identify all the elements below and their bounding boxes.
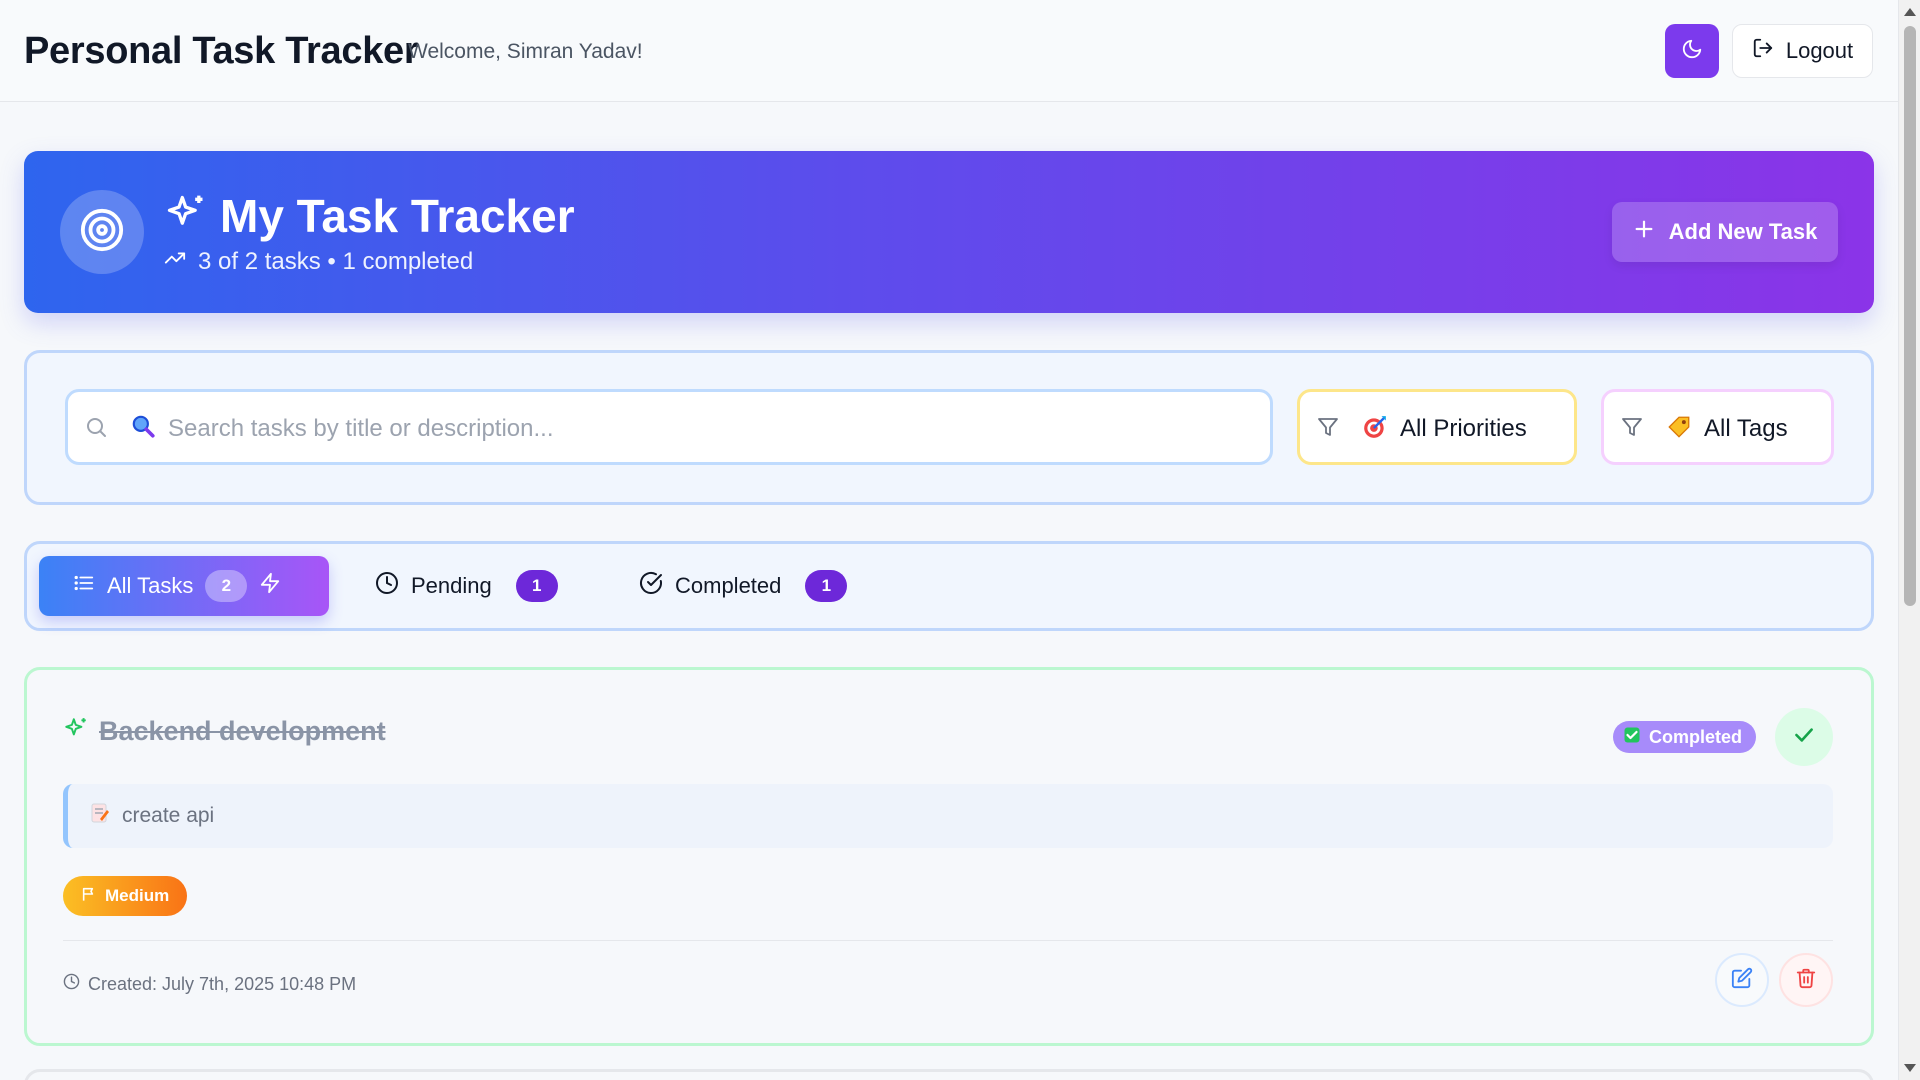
task-description-text: create api: [122, 804, 215, 827]
created-timestamp: Created: July 7th, 2025 10:48 PM: [63, 973, 356, 995]
tab-completed-count: 1: [805, 570, 848, 602]
hero-title: My Task Tracker: [220, 190, 575, 242]
filter-icon: [1620, 415, 1644, 444]
hero-banner: My Task Tracker 3 of 2 tasks • 1 complet…: [24, 151, 1874, 313]
logout-icon: [1752, 37, 1774, 65]
search-icon: [84, 415, 108, 444]
hero-logo: [60, 190, 144, 274]
welcome-message: Welcome, Simran Yadav!: [408, 40, 643, 63]
tags-filter-select[interactable]: All Tags: [1601, 389, 1834, 465]
priority-chip-label: Medium: [105, 886, 170, 905]
scroll-up-arrow-icon[interactable]: [1904, 8, 1916, 16]
add-new-task-button[interactable]: Add New Task: [1612, 202, 1838, 262]
task-title-row: Backend development: [63, 716, 386, 747]
task-card-partial: [24, 1069, 1874, 1080]
toggle-complete-button[interactable]: [1775, 708, 1833, 766]
status-badge: Completed: [1613, 721, 1757, 753]
priority-emoji: [1362, 414, 1388, 445]
status-label: Completed: [1649, 726, 1743, 747]
hero-title-row: My Task Tracker: [164, 189, 575, 243]
filters-panel: Search tasks by title or description... …: [24, 350, 1874, 505]
clock-icon: [375, 571, 399, 601]
target-icon: [79, 207, 125, 258]
tab-pending-count: 1: [515, 570, 558, 602]
search-input[interactable]: Search tasks by title or description...: [65, 389, 1273, 465]
sparkles-icon: [63, 716, 89, 747]
priority-filter-value: All Priorities: [1400, 415, 1527, 442]
check-box-icon: [1623, 726, 1641, 749]
check-icon: [1791, 722, 1817, 753]
check-circle-icon: [639, 571, 663, 601]
tab-pending[interactable]: Pending 1: [375, 556, 558, 616]
card-divider: [63, 940, 1833, 941]
list-icon: [73, 572, 95, 600]
trending-up-icon: [164, 247, 186, 276]
task-tabs: All Tasks 2 Pending 1 Completed 1: [24, 541, 1874, 631]
task-description: create api: [63, 784, 1833, 848]
sparkles-icon: [164, 192, 208, 241]
search-emoji: [130, 413, 156, 444]
memo-icon: [90, 802, 110, 830]
app-title: Personal Task Tracker: [24, 30, 419, 72]
hero-subtitle: 3 of 2 tasks • 1 completed: [198, 247, 474, 275]
delete-task-button[interactable]: [1779, 953, 1833, 1007]
edit-task-button[interactable]: [1715, 953, 1769, 1007]
created-text: Created: July 7th, 2025 10:48 PM: [88, 973, 357, 994]
clock-icon: [63, 973, 80, 995]
scroll-thumb[interactable]: [1904, 26, 1916, 606]
task-title: Backend development: [99, 716, 386, 746]
tags-filter-value: All Tags: [1704, 415, 1788, 442]
logout-label: Logout: [1785, 38, 1854, 63]
filter-icon: [1316, 415, 1340, 444]
tab-completed-label: Completed: [675, 573, 782, 598]
tags-emoji: [1666, 414, 1692, 445]
page-scrollbar[interactable]: [1898, 0, 1920, 1080]
trash-icon: [1795, 967, 1817, 994]
tab-completed[interactable]: Completed 1: [639, 556, 848, 616]
logout-button[interactable]: Logout: [1732, 24, 1873, 78]
scroll-down-arrow-icon[interactable]: [1904, 1064, 1916, 1072]
search-placeholder: Search tasks by title or description...: [168, 415, 554, 442]
zap-icon: [259, 572, 281, 600]
priority-filter-select[interactable]: All Priorities: [1297, 389, 1577, 465]
add-new-task-label: Add New Task: [1668, 219, 1818, 244]
hero-subtitle-row: 3 of 2 tasks • 1 completed: [164, 247, 473, 276]
tab-all-tasks[interactable]: All Tasks 2: [39, 556, 329, 616]
tab-pending-label: Pending: [411, 573, 492, 598]
task-card: Backend development Completed create api…: [24, 667, 1874, 1046]
flag-icon: [81, 886, 97, 907]
priority-chip: Medium: [63, 876, 188, 916]
moon-icon: [1681, 38, 1703, 65]
tab-all-tasks-count: 2: [205, 570, 248, 602]
top-bar: Personal Task Tracker Welcome, Simran Ya…: [0, 0, 1898, 102]
theme-toggle-button[interactable]: [1665, 24, 1719, 78]
plus-icon: [1633, 218, 1655, 246]
tab-all-tasks-label: All Tasks: [107, 573, 194, 598]
edit-icon: [1731, 967, 1753, 994]
